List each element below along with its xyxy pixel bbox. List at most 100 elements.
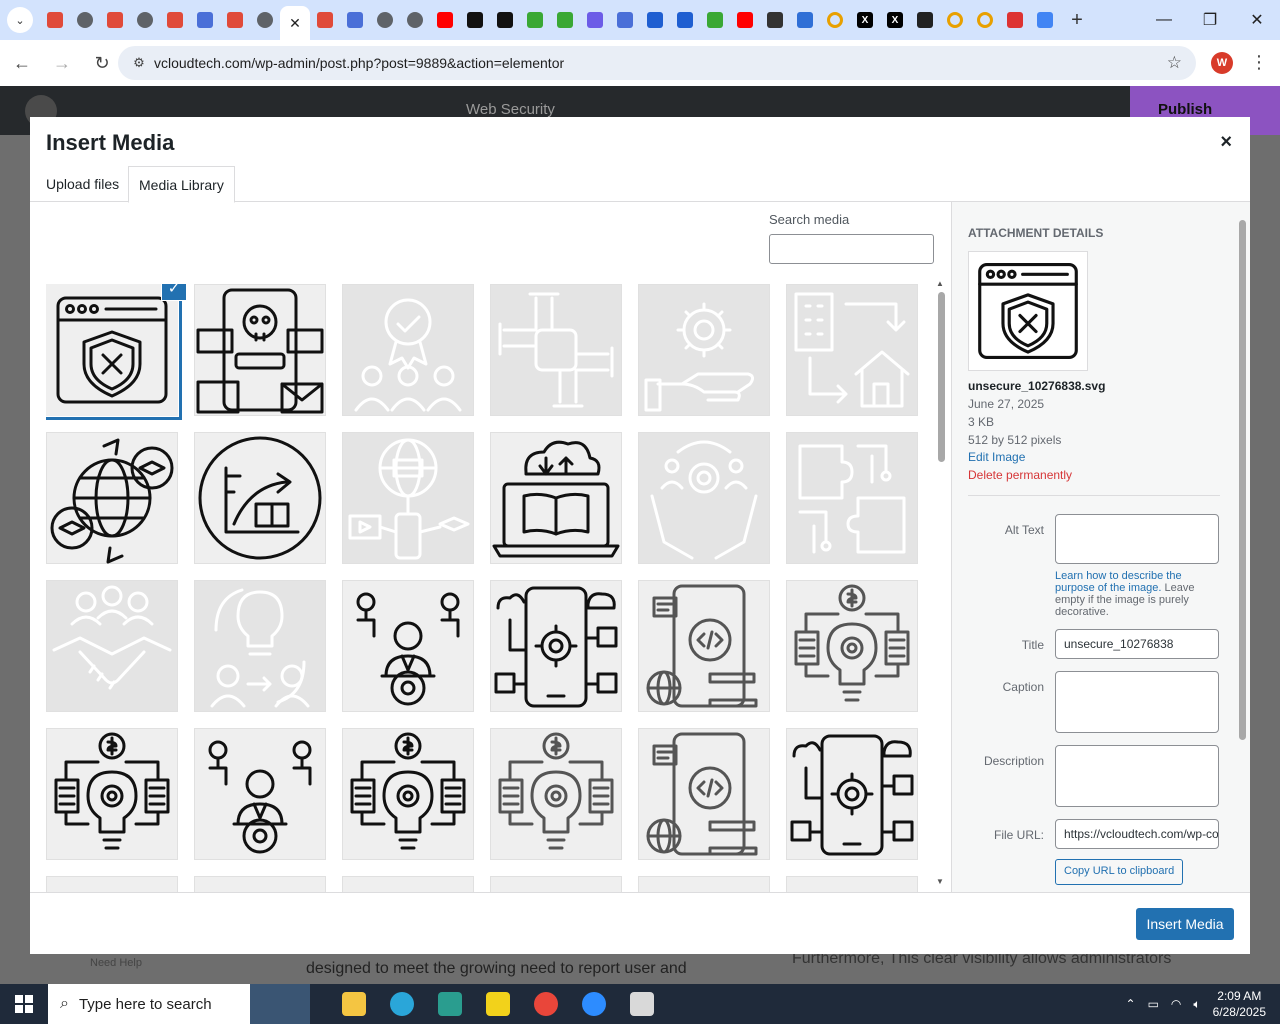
browser-tab[interactable] [520, 4, 550, 36]
close-icon[interactable]: × [1220, 131, 1232, 154]
browser-tab-active[interactable]: ✕ [280, 6, 310, 40]
browser-tab[interactable] [610, 4, 640, 36]
site-settings-icon[interactable]: ⚙ [124, 55, 154, 71]
browser-menu-icon[interactable]: ⋮ [1250, 52, 1268, 73]
caption-field[interactable] [1055, 671, 1219, 733]
forward-button[interactable]: → [44, 45, 80, 81]
media-item[interactable] [342, 876, 474, 892]
browser-tab[interactable] [670, 4, 700, 36]
browser-tab[interactable] [220, 4, 250, 36]
media-item[interactable] [46, 728, 178, 860]
tab-close-icon[interactable]: ✕ [287, 15, 303, 31]
new-tab-button[interactable]: + [1060, 4, 1094, 36]
tab-media-library[interactable]: Media Library [128, 166, 235, 203]
need-help-link[interactable]: Need Help [90, 957, 142, 969]
checkmark-icon[interactable]: ✓ [162, 284, 186, 300]
media-item[interactable] [490, 876, 622, 892]
browser-tab[interactable] [550, 4, 580, 36]
media-item[interactable] [46, 876, 178, 892]
browser-tab[interactable] [580, 4, 610, 36]
browser-tab[interactable] [340, 4, 370, 36]
media-item[interactable] [194, 876, 326, 892]
network-icon[interactable]: ▭ [1148, 997, 1159, 1011]
browser-tab[interactable] [940, 4, 970, 36]
browser-tab[interactable] [640, 4, 670, 36]
browser-tab[interactable] [1000, 4, 1030, 36]
browser-tab[interactable] [970, 4, 1000, 36]
taskbar-clock[interactable]: 2:09 AM 6/28/2025 [1213, 988, 1266, 1020]
media-item[interactable] [46, 580, 178, 712]
sticky-notes-taskbar-button[interactable] [474, 984, 522, 1024]
media-item[interactable] [786, 728, 918, 860]
media-item[interactable] [490, 728, 622, 860]
bookmark-star-icon[interactable]: ☆ [1167, 53, 1182, 73]
file-url-field[interactable]: https://vcloudtech.com/wp-content/upload… [1055, 819, 1219, 849]
browser-tab[interactable] [40, 4, 70, 36]
media-item[interactable] [490, 432, 622, 564]
insert-media-button[interactable]: Insert Media [1136, 908, 1234, 940]
browser-tab[interactable] [460, 4, 490, 36]
scroll-up-icon[interactable]: ▲ [936, 279, 944, 288]
copy-url-button[interactable]: Copy URL to clipboard [1055, 859, 1184, 885]
browser-tab[interactable] [1030, 4, 1060, 36]
volume-icon[interactable]: 🔈︎ [1193, 997, 1200, 1012]
browser-tab[interactable] [700, 4, 730, 36]
editor-page-title[interactable]: Web Security [466, 101, 555, 118]
media-item[interactable] [638, 284, 770, 416]
media-item[interactable] [638, 432, 770, 564]
minimize-button[interactable]: — [1141, 0, 1187, 40]
browser-tab[interactable] [760, 4, 790, 36]
browser-tab[interactable] [370, 4, 400, 36]
media-item[interactable] [342, 580, 474, 712]
browser-tab[interactable] [790, 4, 820, 36]
back-button[interactable]: ← [4, 45, 40, 81]
media-item[interactable] [786, 432, 918, 564]
edge-taskbar-button[interactable] [378, 984, 426, 1024]
media-item[interactable] [638, 876, 770, 892]
browser-tab[interactable] [730, 4, 760, 36]
address-bar[interactable]: ⚙ vcloudtech.com/wp-admin/post.php?post=… [118, 46, 1196, 80]
media-item[interactable]: ✓ [46, 284, 186, 416]
wifi-icon[interactable]: ◠ [1171, 997, 1181, 1011]
edit-image-link[interactable]: Edit Image [968, 450, 1025, 464]
snipping-tool-taskbar-button[interactable] [618, 984, 666, 1024]
chrome-taskbar-button[interactable] [522, 984, 570, 1024]
browser-tab[interactable] [160, 4, 190, 36]
profile-avatar[interactable]: W [1211, 52, 1233, 74]
media-item[interactable] [194, 728, 326, 860]
scrollbar-thumb[interactable] [938, 292, 945, 462]
browser-tab[interactable] [250, 4, 280, 36]
scroll-down-icon[interactable]: ▼ [936, 877, 944, 886]
close-window-button[interactable]: ✕ [1234, 0, 1280, 40]
media-item[interactable] [342, 728, 474, 860]
media-item[interactable] [342, 284, 474, 416]
media-item[interactable] [786, 284, 918, 416]
browser-tab[interactable]: X [850, 4, 880, 36]
browser-tab[interactable] [310, 4, 340, 36]
browser-tab[interactable] [400, 4, 430, 36]
alt-text-help-link[interactable]: Learn how to describe the purpose of the… [1055, 570, 1182, 594]
search-highlight-image[interactable] [250, 984, 310, 1024]
browser-tab[interactable] [190, 4, 220, 36]
media-item[interactable] [194, 284, 326, 416]
alt-text-field[interactable] [1055, 514, 1219, 564]
media-item[interactable] [490, 580, 622, 712]
description-field[interactable] [1055, 745, 1219, 807]
tab-upload-files[interactable]: Upload files [36, 166, 129, 202]
file-explorer-taskbar-button[interactable] [330, 984, 378, 1024]
browser-tab[interactable] [820, 4, 850, 36]
media-item[interactable] [786, 876, 918, 892]
media-item[interactable] [786, 580, 918, 712]
restore-button[interactable]: ❐ [1187, 0, 1233, 40]
zoom-taskbar-button[interactable] [570, 984, 618, 1024]
chevron-up-icon[interactable]: ⌃ [1126, 997, 1136, 1011]
search-media-input[interactable] [769, 234, 934, 264]
media-item[interactable] [490, 284, 622, 416]
app-teal-taskbar-button[interactable] [426, 984, 474, 1024]
title-field[interactable]: unsecure_10276838 [1055, 629, 1219, 659]
browser-tab[interactable] [70, 4, 100, 36]
media-item[interactable] [638, 728, 770, 860]
browser-tab[interactable] [910, 4, 940, 36]
delete-permanently-link[interactable]: Delete permanently [968, 468, 1072, 482]
tab-search-button[interactable]: ⌄ [0, 0, 40, 40]
